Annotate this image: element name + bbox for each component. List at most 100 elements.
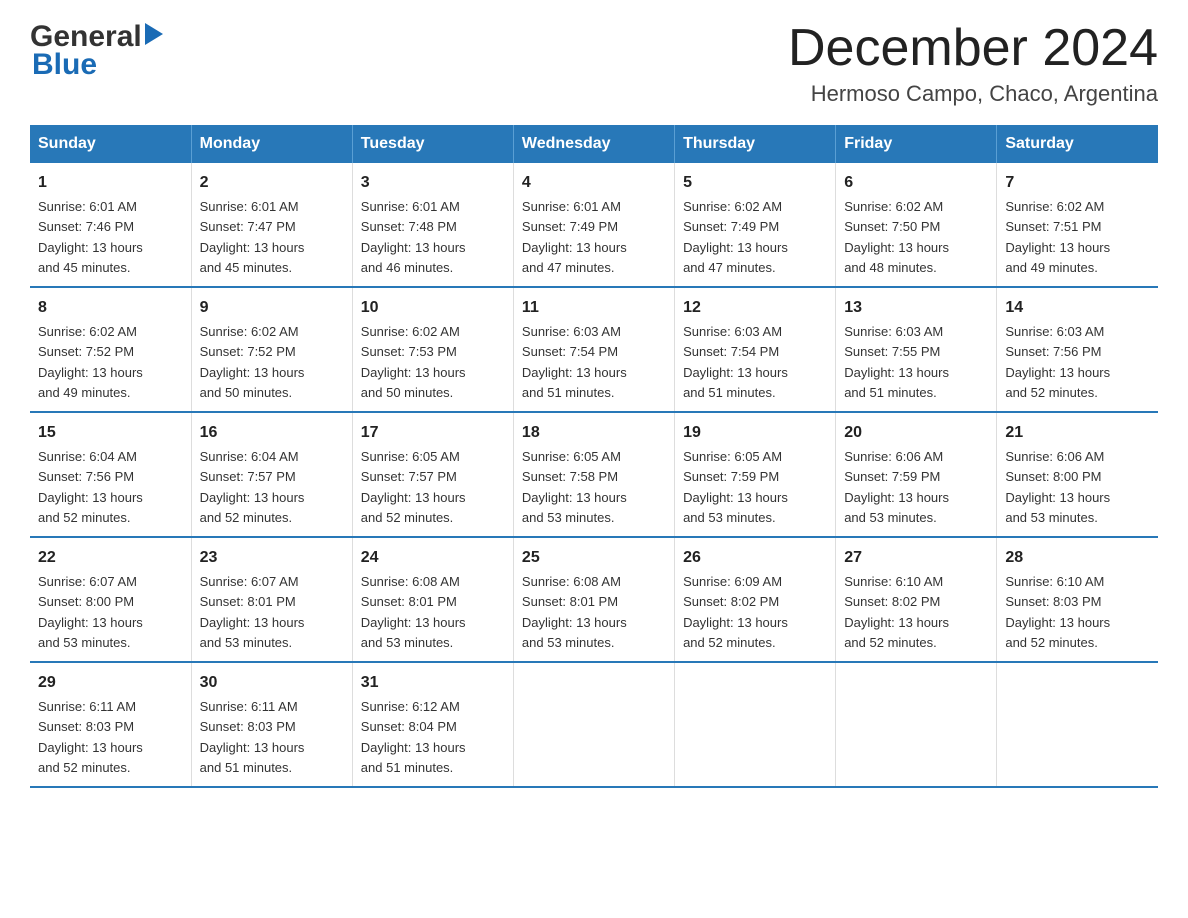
day-number: 19	[683, 421, 827, 445]
calendar-cell	[997, 662, 1158, 787]
day-number: 12	[683, 296, 827, 320]
calendar-week-4: 22 Sunrise: 6:07 AMSunset: 8:00 PMDaylig…	[30, 537, 1158, 662]
day-info: Sunrise: 6:12 AMSunset: 8:04 PMDaylight:…	[361, 699, 466, 775]
day-info: Sunrise: 6:04 AMSunset: 7:57 PMDaylight:…	[200, 449, 305, 525]
day-info: Sunrise: 6:06 AMSunset: 7:59 PMDaylight:…	[844, 449, 949, 525]
day-number: 8	[38, 296, 183, 320]
header-thursday: Thursday	[675, 125, 836, 163]
header-tuesday: Tuesday	[352, 125, 513, 163]
calendar-cell: 19 Sunrise: 6:05 AMSunset: 7:59 PMDaylig…	[675, 412, 836, 537]
calendar-cell: 30 Sunrise: 6:11 AMSunset: 8:03 PMDaylig…	[191, 662, 352, 787]
day-info: Sunrise: 6:06 AMSunset: 8:00 PMDaylight:…	[1005, 449, 1110, 525]
header-wednesday: Wednesday	[513, 125, 674, 163]
calendar-cell: 15 Sunrise: 6:04 AMSunset: 7:56 PMDaylig…	[30, 412, 191, 537]
logo: General Blue	[30, 20, 163, 82]
day-info: Sunrise: 6:08 AMSunset: 8:01 PMDaylight:…	[522, 574, 627, 650]
day-number: 29	[38, 671, 183, 695]
day-info: Sunrise: 6:05 AMSunset: 7:58 PMDaylight:…	[522, 449, 627, 525]
calendar-cell: 16 Sunrise: 6:04 AMSunset: 7:57 PMDaylig…	[191, 412, 352, 537]
day-number: 7	[1005, 171, 1150, 195]
calendar-cell: 25 Sunrise: 6:08 AMSunset: 8:01 PMDaylig…	[513, 537, 674, 662]
day-info: Sunrise: 6:02 AMSunset: 7:52 PMDaylight:…	[200, 324, 305, 400]
calendar-cell: 1 Sunrise: 6:01 AMSunset: 7:46 PMDayligh…	[30, 163, 191, 287]
day-number: 11	[522, 296, 666, 320]
day-info: Sunrise: 6:01 AMSunset: 7:49 PMDaylight:…	[522, 199, 627, 275]
calendar-cell: 11 Sunrise: 6:03 AMSunset: 7:54 PMDaylig…	[513, 287, 674, 412]
calendar-cell: 26 Sunrise: 6:09 AMSunset: 8:02 PMDaylig…	[675, 537, 836, 662]
day-info: Sunrise: 6:03 AMSunset: 7:55 PMDaylight:…	[844, 324, 949, 400]
calendar-cell	[836, 662, 997, 787]
day-number: 1	[38, 171, 183, 195]
day-number: 10	[361, 296, 505, 320]
day-number: 28	[1005, 546, 1150, 570]
day-info: Sunrise: 6:08 AMSunset: 8:01 PMDaylight:…	[361, 574, 466, 650]
header-monday: Monday	[191, 125, 352, 163]
calendar-table: SundayMondayTuesdayWednesdayThursdayFrid…	[30, 125, 1158, 788]
day-info: Sunrise: 6:02 AMSunset: 7:49 PMDaylight:…	[683, 199, 788, 275]
calendar-cell: 21 Sunrise: 6:06 AMSunset: 8:00 PMDaylig…	[997, 412, 1158, 537]
calendar-cell: 31 Sunrise: 6:12 AMSunset: 8:04 PMDaylig…	[352, 662, 513, 787]
day-info: Sunrise: 6:04 AMSunset: 7:56 PMDaylight:…	[38, 449, 143, 525]
day-number: 31	[361, 671, 505, 695]
calendar-cell: 13 Sunrise: 6:03 AMSunset: 7:55 PMDaylig…	[836, 287, 997, 412]
calendar-cell: 4 Sunrise: 6:01 AMSunset: 7:49 PMDayligh…	[513, 163, 674, 287]
logo-blue: Blue	[30, 48, 97, 82]
calendar-cell: 20 Sunrise: 6:06 AMSunset: 7:59 PMDaylig…	[836, 412, 997, 537]
calendar-week-5: 29 Sunrise: 6:11 AMSunset: 8:03 PMDaylig…	[30, 662, 1158, 787]
calendar-header: SundayMondayTuesdayWednesdayThursdayFrid…	[30, 125, 1158, 163]
day-number: 14	[1005, 296, 1150, 320]
calendar-cell: 12 Sunrise: 6:03 AMSunset: 7:54 PMDaylig…	[675, 287, 836, 412]
day-number: 6	[844, 171, 988, 195]
calendar-cell: 27 Sunrise: 6:10 AMSunset: 8:02 PMDaylig…	[836, 537, 997, 662]
day-info: Sunrise: 6:09 AMSunset: 8:02 PMDaylight:…	[683, 574, 788, 650]
day-info: Sunrise: 6:10 AMSunset: 8:03 PMDaylight:…	[1005, 574, 1110, 650]
day-info: Sunrise: 6:03 AMSunset: 7:56 PMDaylight:…	[1005, 324, 1110, 400]
calendar-cell: 14 Sunrise: 6:03 AMSunset: 7:56 PMDaylig…	[997, 287, 1158, 412]
calendar-cell: 7 Sunrise: 6:02 AMSunset: 7:51 PMDayligh…	[997, 163, 1158, 287]
header-saturday: Saturday	[997, 125, 1158, 163]
page-header: General Blue December 2024 Hermoso Campo…	[30, 20, 1158, 107]
title-block: December 2024 Hermoso Campo, Chaco, Arge…	[788, 20, 1158, 107]
calendar-cell: 3 Sunrise: 6:01 AMSunset: 7:48 PMDayligh…	[352, 163, 513, 287]
day-info: Sunrise: 6:01 AMSunset: 7:47 PMDaylight:…	[200, 199, 305, 275]
calendar-cell: 22 Sunrise: 6:07 AMSunset: 8:00 PMDaylig…	[30, 537, 191, 662]
day-number: 23	[200, 546, 344, 570]
day-number: 21	[1005, 421, 1150, 445]
calendar-cell: 18 Sunrise: 6:05 AMSunset: 7:58 PMDaylig…	[513, 412, 674, 537]
day-number: 2	[200, 171, 344, 195]
day-info: Sunrise: 6:02 AMSunset: 7:52 PMDaylight:…	[38, 324, 143, 400]
calendar-week-3: 15 Sunrise: 6:04 AMSunset: 7:56 PMDaylig…	[30, 412, 1158, 537]
day-number: 9	[200, 296, 344, 320]
calendar-cell: 10 Sunrise: 6:02 AMSunset: 7:53 PMDaylig…	[352, 287, 513, 412]
day-number: 4	[522, 171, 666, 195]
page-subtitle: Hermoso Campo, Chaco, Argentina	[788, 81, 1158, 107]
calendar-week-1: 1 Sunrise: 6:01 AMSunset: 7:46 PMDayligh…	[30, 163, 1158, 287]
calendar-cell: 2 Sunrise: 6:01 AMSunset: 7:47 PMDayligh…	[191, 163, 352, 287]
calendar-cell	[675, 662, 836, 787]
day-number: 3	[361, 171, 505, 195]
day-info: Sunrise: 6:11 AMSunset: 8:03 PMDaylight:…	[38, 699, 143, 775]
day-info: Sunrise: 6:01 AMSunset: 7:48 PMDaylight:…	[361, 199, 466, 275]
day-number: 27	[844, 546, 988, 570]
day-info: Sunrise: 6:02 AMSunset: 7:50 PMDaylight:…	[844, 199, 949, 275]
day-number: 13	[844, 296, 988, 320]
day-number: 5	[683, 171, 827, 195]
day-info: Sunrise: 6:02 AMSunset: 7:51 PMDaylight:…	[1005, 199, 1110, 275]
day-number: 30	[200, 671, 344, 695]
day-info: Sunrise: 6:11 AMSunset: 8:03 PMDaylight:…	[200, 699, 305, 775]
calendar-cell: 17 Sunrise: 6:05 AMSunset: 7:57 PMDaylig…	[352, 412, 513, 537]
calendar-cell: 28 Sunrise: 6:10 AMSunset: 8:03 PMDaylig…	[997, 537, 1158, 662]
calendar-week-2: 8 Sunrise: 6:02 AMSunset: 7:52 PMDayligh…	[30, 287, 1158, 412]
day-info: Sunrise: 6:02 AMSunset: 7:53 PMDaylight:…	[361, 324, 466, 400]
header-sunday: Sunday	[30, 125, 191, 163]
calendar-cell: 8 Sunrise: 6:02 AMSunset: 7:52 PMDayligh…	[30, 287, 191, 412]
calendar-cell: 29 Sunrise: 6:11 AMSunset: 8:03 PMDaylig…	[30, 662, 191, 787]
day-number: 24	[361, 546, 505, 570]
calendar-cell	[513, 662, 674, 787]
calendar-cell: 5 Sunrise: 6:02 AMSunset: 7:49 PMDayligh…	[675, 163, 836, 287]
day-number: 16	[200, 421, 344, 445]
calendar-cell: 23 Sunrise: 6:07 AMSunset: 8:01 PMDaylig…	[191, 537, 352, 662]
calendar-cell: 24 Sunrise: 6:08 AMSunset: 8:01 PMDaylig…	[352, 537, 513, 662]
day-number: 25	[522, 546, 666, 570]
day-info: Sunrise: 6:07 AMSunset: 8:00 PMDaylight:…	[38, 574, 143, 650]
